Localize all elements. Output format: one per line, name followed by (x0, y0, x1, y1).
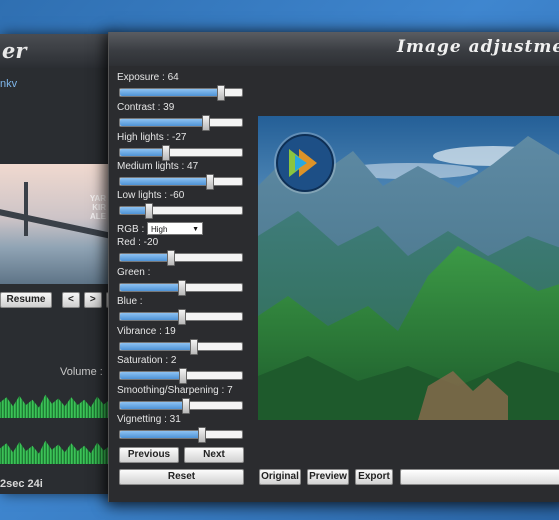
slider-thumb[interactable] (179, 368, 188, 384)
image-adjustment-window: Image adjustme Exposure : 64 Contrast : … (108, 32, 559, 502)
reset-button[interactable]: Reset (119, 469, 244, 485)
control-blue: Blue : (117, 296, 245, 325)
control-highlights: High lights : -27 (117, 132, 245, 161)
highlights-label: High lights : -27 (117, 132, 187, 143)
green-label: Green : (117, 267, 151, 278)
original-button[interactable]: Original (259, 469, 301, 485)
previous-button[interactable]: Previous (119, 447, 179, 463)
resume-button[interactable]: Resume (0, 292, 52, 308)
volume-label: Volume : (60, 366, 103, 378)
slider-thumb[interactable] (145, 203, 154, 219)
low-lights-slider[interactable] (119, 203, 243, 219)
vignetting-slider[interactable] (119, 427, 243, 443)
saturation-label: Saturation : 2 (117, 355, 177, 366)
next-track-button[interactable]: > (83, 292, 102, 308)
slider-thumb[interactable] (217, 85, 226, 101)
exposure-slider[interactable] (119, 85, 243, 101)
window-titlebar[interactable]: Image adjustme (109, 32, 559, 66)
slider-thumb[interactable] (167, 250, 176, 266)
exposure-label: Exposure : 64 (117, 72, 179, 83)
control-vibrance: Vibrance : 19 (117, 326, 245, 355)
blue-slider[interactable] (119, 309, 243, 325)
app-logo-icon (276, 134, 334, 192)
control-smoothing-sharpening: Smoothing/Sharpening : 7 (117, 385, 245, 414)
vignetting-label: Vignetting : 31 (117, 414, 181, 425)
slider-thumb[interactable] (178, 280, 186, 296)
progress-bar (400, 469, 559, 485)
window-title: Image adjustme (397, 37, 559, 57)
control-medium-lights: Medium lights : 47 (117, 161, 245, 190)
prev-track-button[interactable]: < (62, 292, 80, 308)
green-slider[interactable] (119, 280, 243, 296)
red-slider[interactable] (119, 250, 243, 266)
slider-thumb[interactable] (206, 174, 215, 190)
slider-thumb[interactable] (178, 309, 186, 325)
control-saturation: Saturation : 2 (117, 355, 245, 384)
slider-thumb[interactable] (162, 145, 171, 161)
rgb-row: RGB : High ▼ (117, 222, 245, 238)
chevron-down-icon: ▼ (192, 226, 199, 233)
vibrance-label: Vibrance : 19 (117, 326, 176, 337)
control-green: Green : (117, 267, 245, 296)
time-readout: 2sec 24i (0, 478, 43, 490)
red-label: Red : -20 (117, 237, 159, 248)
photo-text: YAR KIR ALE (89, 194, 106, 221)
control-vignetting: Vignetting : 31 (117, 414, 245, 443)
waveform-bottom (0, 440, 108, 464)
export-button[interactable]: Export (355, 469, 393, 485)
background-window-link[interactable]: nkv (0, 78, 17, 90)
smoothing-sharpening-label: Smoothing/Sharpening : 7 (117, 385, 233, 396)
medium-lights-slider[interactable] (119, 174, 243, 190)
slider-thumb[interactable] (202, 115, 211, 131)
contrast-slider[interactable] (119, 115, 243, 131)
blue-label: Blue : (117, 296, 143, 307)
rgb-select[interactable]: High ▼ (147, 222, 203, 235)
vibrance-slider[interactable] (119, 339, 243, 355)
low-lights-label: Low lights : -60 (117, 190, 185, 201)
background-window-title: er (2, 38, 27, 63)
slider-thumb[interactable] (197, 427, 206, 443)
rgb-select-value: High (151, 225, 168, 234)
highlights-slider[interactable] (119, 145, 243, 161)
waveform-top (0, 394, 108, 418)
control-exposure: Exposure : 64 (117, 72, 245, 101)
playback-controls: Resume < > (0, 292, 112, 308)
preview-button[interactable]: Preview (307, 469, 349, 485)
contrast-label: Contrast : 39 (117, 102, 175, 113)
rgb-label: RGB : (117, 224, 145, 235)
medium-lights-label: Medium lights : 47 (117, 161, 199, 172)
control-low-lights: Low lights : -60 (117, 190, 245, 219)
saturation-slider[interactable] (119, 368, 243, 384)
slider-thumb[interactable] (190, 339, 199, 355)
background-window: er nkv YAR KIR ALE Resume < > Volume : 2… (0, 34, 112, 494)
control-contrast: Contrast : 39 (117, 102, 245, 131)
next-button[interactable]: Next (184, 447, 244, 463)
slider-thumb[interactable] (181, 398, 190, 414)
control-red: Red : -20 (117, 237, 245, 266)
bridge-photo: YAR KIR ALE (0, 164, 108, 284)
smoothing-sharpening-slider[interactable] (119, 398, 243, 414)
preview-image (258, 116, 559, 420)
